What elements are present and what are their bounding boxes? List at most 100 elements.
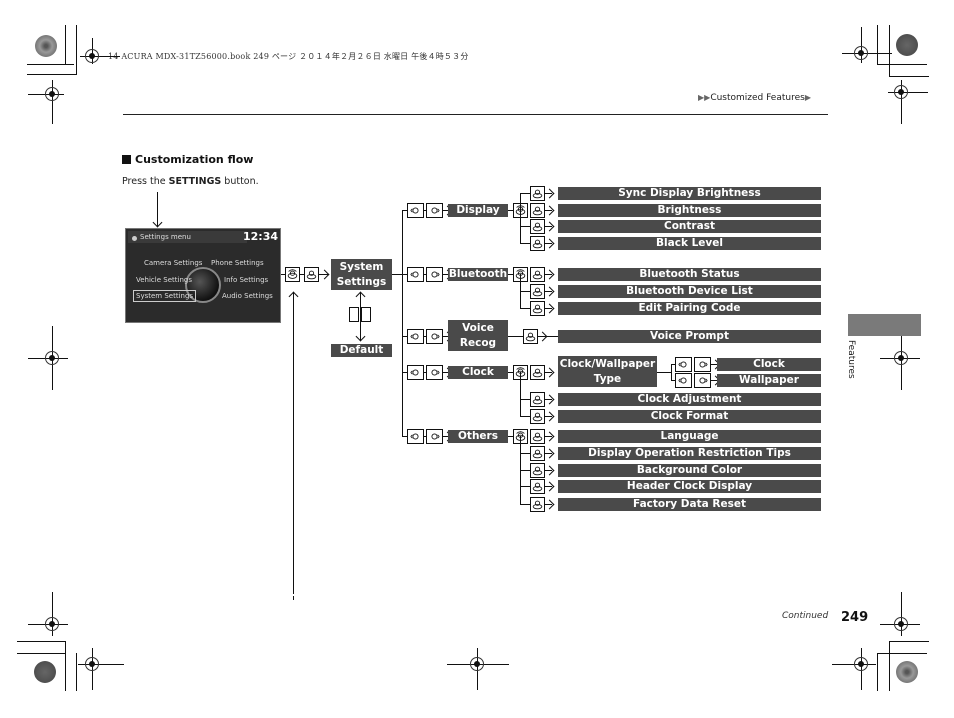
dial-move-right-icon (426, 267, 443, 282)
color-registration-mark (896, 34, 918, 56)
setting-item[interactable]: Voice Prompt (558, 330, 821, 343)
arrow-right-icon (319, 269, 330, 280)
setting-item-clock-wallpaper-type[interactable]: Clock/Wallpaper Type (558, 356, 657, 387)
color-registration-mark (896, 661, 918, 683)
section-title: Customization flow (122, 153, 253, 166)
dial-rotate-icon (530, 236, 545, 251)
arrow-right-icon (544, 431, 555, 442)
dial-rotate-icon (530, 186, 545, 201)
crop-mark (17, 641, 65, 642)
setting-item[interactable]: Black Level (558, 237, 821, 250)
dial-move-right-icon (694, 373, 711, 388)
system-settings-box[interactable]: System Settings (331, 259, 392, 290)
dial-rotate-icon (530, 446, 545, 461)
registration-mark (45, 617, 59, 631)
arrow-right-icon (544, 499, 555, 510)
dial-move-left-icon (407, 267, 424, 282)
setting-subitem[interactable]: Wallpaper (717, 374, 821, 387)
category-display[interactable]: Display (448, 204, 508, 217)
instruction-text: Press the (122, 176, 169, 187)
setting-subitem[interactable]: Clock (717, 358, 821, 371)
section-title-text: Customization flow (135, 153, 254, 166)
arrow-right-icon (544, 205, 555, 216)
breadcrumb-suffix: ▶ (804, 93, 811, 102)
box-label: Clock/Wallpaper (559, 357, 656, 370)
registration-mark (854, 657, 868, 671)
setting-item[interactable]: Factory Data Reset (558, 498, 821, 511)
menu-option-phone[interactable]: Phone Settings (211, 259, 264, 267)
breadcrumb-link[interactable]: Customized Features (710, 93, 805, 103)
crop-mark (76, 653, 77, 691)
section-square-icon (122, 155, 131, 164)
dial-rotate-icon (530, 267, 545, 282)
dial-rotate-icon (530, 497, 545, 512)
breadcrumb-prefix: ▶▶ (698, 93, 711, 102)
category-others[interactable]: Others (448, 430, 508, 443)
crop-mark (877, 653, 927, 654)
arrow-right-icon (544, 238, 555, 249)
header-rule (123, 114, 828, 115)
arrow-right-icon (544, 221, 555, 232)
setting-item[interactable]: Background Color (558, 464, 821, 477)
menu-option-system[interactable]: System Settings (133, 290, 197, 302)
instruction: Press the SETTINGS button. (122, 176, 259, 187)
crop-mark (17, 653, 65, 654)
dial-move-left-icon (407, 203, 424, 218)
dial-move-left-icon (675, 357, 692, 372)
setting-item[interactable]: Brightness (558, 204, 821, 217)
setting-item[interactable]: Clock Format (558, 410, 821, 423)
flow-line (508, 336, 523, 337)
registration-mark (45, 87, 59, 101)
menu-option-audio[interactable]: Audio Settings (222, 292, 273, 300)
category-voice-recog[interactable]: Voice Recog (448, 320, 508, 351)
dial-rotate-icon (530, 365, 545, 380)
arrow-right-icon (544, 411, 555, 422)
default-box[interactable]: Default (331, 344, 392, 357)
print-header: 14 ACURA MDX-31TZ56000.book 249 ページ ２０１４… (108, 52, 469, 61)
setting-item[interactable]: Bluetooth Device List (558, 285, 821, 298)
crop-mark (889, 641, 890, 691)
setting-item[interactable]: Sync Display Brightness (558, 187, 821, 200)
menu-option-vehicle[interactable]: Vehicle Settings (136, 276, 192, 284)
setting-item[interactable]: Edit Pairing Code (558, 302, 821, 315)
setting-item[interactable]: Display Operation Restriction Tips (558, 447, 821, 460)
dial-move-right-icon (426, 429, 443, 444)
dial-up-icon (349, 307, 359, 322)
setting-item[interactable]: Contrast (558, 220, 821, 233)
settings-button-name: SETTINGS (168, 176, 222, 187)
flow-branch (520, 372, 521, 416)
arrow-right-icon (544, 188, 555, 199)
setting-item[interactable]: Clock Adjustment (558, 393, 821, 406)
setting-item[interactable]: Header Clock Display (558, 480, 821, 493)
crop-mark (889, 641, 929, 642)
crop-mark (877, 64, 927, 65)
flow-branch (520, 193, 521, 243)
page-number: 249 (841, 610, 869, 625)
dial-rotate-icon (530, 284, 545, 299)
arrow-up-icon (288, 291, 299, 302)
dial-rotate-icon (530, 479, 545, 494)
instruction-text: button. (221, 176, 259, 187)
box-label: System (339, 260, 384, 273)
arrow-down-icon (355, 331, 366, 342)
category-bluetooth[interactable]: Bluetooth (448, 268, 508, 281)
setting-item[interactable]: Bluetooth Status (558, 268, 821, 281)
registration-mark (85, 657, 99, 671)
screen-title-bar: Settings menu (128, 231, 247, 243)
color-registration-mark (34, 661, 56, 683)
dial-rotate-icon (530, 429, 545, 444)
chapter-tab[interactable] (848, 314, 921, 336)
menu-option-info[interactable]: Info Settings (224, 276, 268, 284)
flow-line (293, 292, 294, 594)
setting-item[interactable]: Language (558, 430, 821, 443)
category-clock[interactable]: Clock (448, 366, 508, 379)
menu-option-camera[interactable]: Camera Settings (144, 259, 202, 267)
registration-mark (894, 85, 908, 99)
dial-press-icon (285, 267, 300, 282)
dial-move-left-icon (407, 365, 424, 380)
dial-rotate-icon (523, 329, 538, 344)
registration-mark (470, 657, 484, 671)
flow-line (293, 596, 294, 600)
settings-menu-screen: Settings menu 12:34 Camera Settings Phon… (125, 228, 281, 323)
dial-rotate-icon (530, 203, 545, 218)
